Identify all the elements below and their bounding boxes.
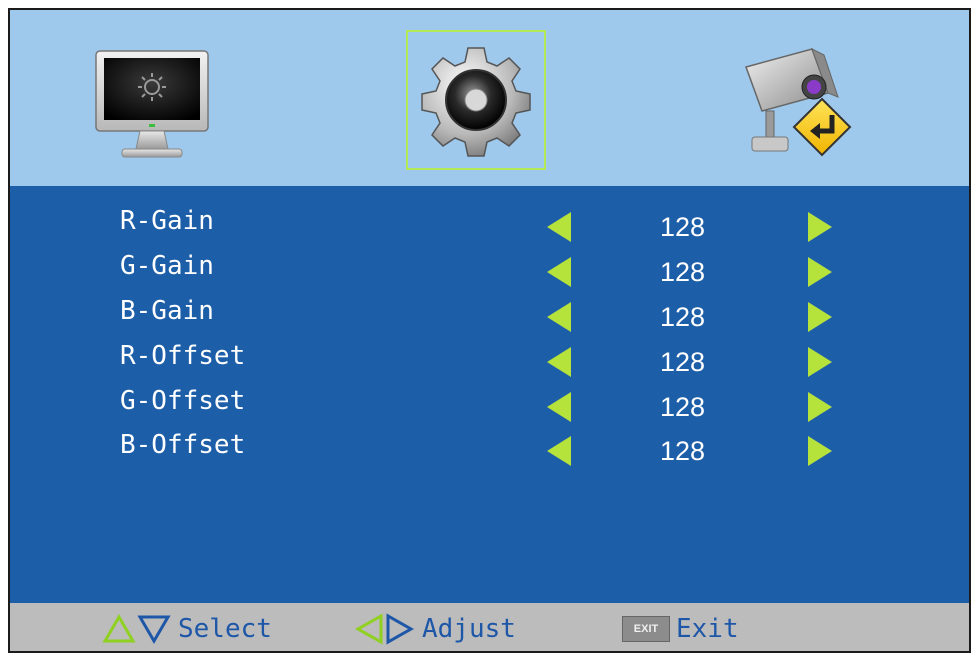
setting-label: R-Gain	[120, 206, 214, 236]
setting-row-r-gain: R-Gain 128	[10, 206, 969, 252]
increase-arrow-icon[interactable]	[808, 257, 832, 287]
decrease-arrow-icon[interactable]	[547, 436, 571, 466]
hint-select: Select	[102, 603, 272, 651]
setting-value: 128	[660, 347, 706, 377]
osd-menu: R-Gain 128 G-Gain 128 B-Gain 128 R-Offse…	[8, 8, 971, 653]
decrease-arrow-icon[interactable]	[547, 212, 571, 242]
setting-value: 128	[660, 257, 706, 287]
setting-row-g-offset: G-Offset 128	[10, 386, 969, 432]
setting-row-g-gain: G-Gain 128	[10, 251, 969, 297]
tab-source[interactable]	[722, 32, 872, 172]
increase-arrow-icon[interactable]	[808, 392, 832, 422]
setting-row-b-gain: B-Gain 128	[10, 296, 969, 342]
tab-color-settings[interactable]	[406, 30, 546, 170]
decrease-arrow-icon[interactable]	[547, 392, 571, 422]
setting-label: G-Offset	[120, 386, 246, 416]
left-right-arrows-icon	[354, 613, 415, 645]
decrease-arrow-icon[interactable]	[547, 302, 571, 332]
decrease-arrow-icon[interactable]	[547, 257, 571, 287]
increase-arrow-icon[interactable]	[808, 436, 832, 466]
increase-arrow-icon[interactable]	[808, 347, 832, 377]
hint-exit: EXIT Exit	[622, 603, 739, 651]
hint-adjust: Adjust	[354, 603, 516, 651]
exit-key-icon: EXIT	[622, 616, 670, 642]
setting-label: R-Offset	[120, 341, 246, 371]
increase-arrow-icon[interactable]	[808, 212, 832, 242]
gear-icon	[421, 47, 531, 157]
setting-label: B-Offset	[120, 430, 246, 460]
key-hints-bar: Select Adjust EXIT Exit	[10, 603, 969, 651]
setting-row-b-offset: B-Offset 128	[10, 430, 969, 476]
setting-value: 128	[660, 436, 706, 466]
setting-label: G-Gain	[120, 251, 214, 281]
setting-value: 128	[660, 212, 706, 242]
settings-panel: R-Gain 128 G-Gain 128 B-Gain 128 R-Offse…	[10, 186, 969, 603]
setting-label: B-Gain	[120, 296, 214, 326]
tab-picture[interactable]	[92, 40, 212, 170]
adjust-label: Adjust	[422, 614, 516, 644]
setting-row-r-offset: R-Offset 128	[10, 341, 969, 387]
increase-arrow-icon[interactable]	[808, 302, 832, 332]
monitor-icon	[95, 50, 209, 158]
select-label: Select	[178, 614, 272, 644]
category-bar	[10, 10, 969, 186]
setting-value: 128	[660, 392, 706, 422]
decrease-arrow-icon[interactable]	[547, 347, 571, 377]
exit-label: Exit	[676, 614, 739, 644]
setting-value: 128	[660, 302, 706, 332]
camera-source-icon	[745, 47, 852, 157]
up-down-arrows-icon	[102, 614, 171, 644]
